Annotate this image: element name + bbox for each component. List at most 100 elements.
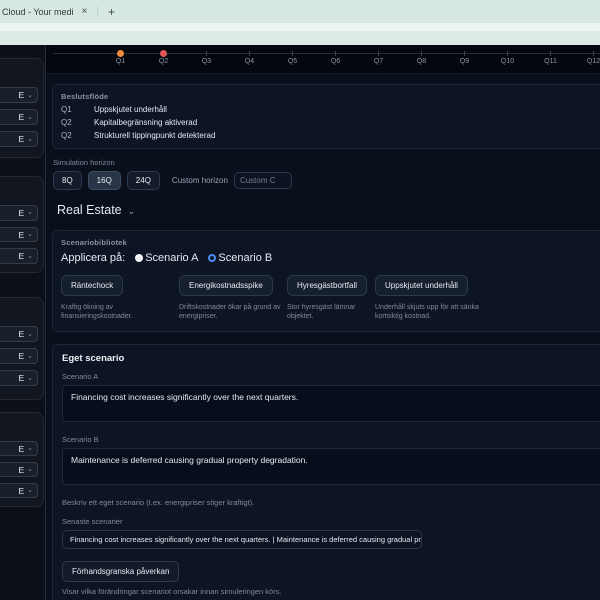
sidebar-select[interactable]: E⌄	[0, 131, 38, 147]
sidebar-card: E⌄ E⌄ E⌄	[0, 297, 44, 400]
preview-impact-button[interactable]: Förhandsgranska påverkan	[62, 561, 179, 582]
timeline-marker-q2	[160, 50, 167, 57]
timeline-quarter-label: Q12	[572, 58, 600, 65]
chevron-down-icon: ⌄	[27, 209, 33, 216]
chevron-down-icon: ⌄	[27, 92, 33, 99]
sidebar-select[interactable]: E⌄	[0, 348, 38, 364]
scenario-description: Underhåll skjuts upp för att sänka korts…	[375, 303, 505, 322]
timeline-marker-q1	[117, 50, 124, 57]
sidebar-select[interactable]: E⌄	[0, 87, 38, 103]
sidebar-select[interactable]: E⌄	[0, 326, 38, 342]
left-sidebar: E⌄ E⌄ E⌄ E⌄ E⌄ E⌄ E⌄ E⌄ E⌄ E⌄ E⌄ E⌄	[0, 45, 46, 600]
sidebar-select[interactable]: E⌄	[0, 483, 38, 498]
chevron-down-icon: ⌄	[27, 231, 33, 238]
chevron-down-icon: ⌄	[128, 206, 136, 217]
scenario-a-label: Scenario A	[62, 372, 600, 381]
chevron-down-icon: ⌄	[27, 114, 33, 121]
scenario-button-uppskjutet-underhall[interactable]: Uppskjutet underhåll	[375, 275, 468, 296]
recent-scenarios-label: Senaste scenarier	[62, 517, 600, 526]
sidebar-select[interactable]: E⌄	[0, 248, 38, 264]
scenario-b-label: Scenario B	[62, 435, 600, 444]
scenario-description: Kraftig ökning av finansieringskostnader…	[61, 303, 173, 322]
scenario-column: Energikostnadsspike Driftskostnader ökar…	[179, 275, 281, 322]
horizon-24q-button[interactable]: 24Q	[127, 171, 160, 190]
scenario-description: Driftskostnader ökar på grund av energip…	[179, 303, 281, 322]
tab-separator: |	[96, 6, 99, 17]
sidebar-select[interactable]: E⌄	[0, 227, 38, 243]
sidebar-card: E⌄ E⌄ E⌄	[0, 58, 44, 158]
app-window: E⌄ E⌄ E⌄ E⌄ E⌄ E⌄ E⌄ E⌄ E⌄ E⌄ E⌄ E⌄ Q1 Q…	[0, 45, 600, 600]
timeline-quarter-label: Q1	[99, 58, 142, 65]
new-tab-icon[interactable]: +	[108, 5, 115, 19]
tab-title[interactable]: Cloud - Your medi	[2, 7, 74, 17]
chevron-down-icon: ⌄	[27, 253, 33, 260]
scenario-column: Hyresgästbortfall Stor hyresgäst lämnar …	[287, 275, 369, 322]
custom-horizon-input[interactable]	[234, 172, 292, 189]
timeline-axis	[53, 53, 600, 54]
scenario-a-textarea[interactable]: Financing cost increases significantly o…	[62, 385, 600, 422]
timeline-quarter-label: Q3	[185, 58, 228, 65]
decision-flow-row: Q2 Kapitalbegränsning aktiverad	[61, 118, 600, 127]
tab-bar: Cloud - Your medi × | +	[0, 0, 600, 23]
custom-scenario-title: Eget scenario	[62, 353, 600, 364]
timeline-quarter-label: Q4	[228, 58, 271, 65]
decision-flow-panel: Beslutsflöde Q1 Uppskjutet underhåll Q2 …	[52, 84, 600, 149]
sidebar-select[interactable]: E⌄	[0, 462, 38, 477]
sidebar-select[interactable]: E⌄	[0, 109, 38, 125]
radio-icon	[208, 254, 216, 262]
timeline-quarter-label: Q2	[142, 58, 185, 65]
chevron-down-icon: ⌄	[27, 445, 33, 452]
decision-flow-title: Beslutsflöde	[61, 92, 600, 101]
scenario-library-title: Scenariobibliotek	[61, 238, 600, 247]
apply-to-row: Applicera på: Scenario A Scenario B	[61, 252, 600, 264]
timeline-quarter-label: Q8	[400, 58, 443, 65]
chevron-down-icon: ⌄	[27, 331, 33, 338]
chevron-down-icon: ⌄	[27, 353, 33, 360]
preview-helper-text: Visar vilka förändringar scenariot orsak…	[62, 587, 600, 596]
radio-scenario-a[interactable]: Scenario A	[135, 252, 198, 264]
address-bar-strip	[0, 31, 600, 45]
sidebar-select[interactable]: E⌄	[0, 205, 38, 221]
scenario-description: Stor hyresgäst lämnar objektet.	[287, 303, 369, 322]
browser-chrome: Cloud - Your medi × | +	[0, 0, 600, 45]
recent-scenario-chip[interactable]: Financing cost increases significantly o…	[62, 530, 422, 549]
apply-to-label: Applicera på:	[61, 252, 125, 264]
chevron-down-icon: ⌄	[27, 136, 33, 143]
timeline-quarter-label: Q9	[443, 58, 486, 65]
scenario-library-panel: Scenariobibliotek Applicera på: Scenario…	[52, 230, 600, 332]
close-icon[interactable]: ×	[82, 6, 88, 17]
timeline-quarter-label: Q11	[529, 58, 572, 65]
sidebar-card: E⌄ E⌄ E⌄	[0, 412, 44, 507]
scenario-b-textarea[interactable]: Maintenance is deferred causing gradual …	[62, 448, 600, 485]
radio-scenario-b[interactable]: Scenario B	[208, 252, 272, 264]
main-panel: Q1 Q2 Q3 Q4 Q5 Q6 Q7 Q8 Q9 Q10 Q11 Q12 B…	[46, 45, 600, 600]
timeline-quarter-label: Q5	[271, 58, 314, 65]
scenario-button-rantechock[interactable]: Räntechock	[61, 275, 123, 296]
scenario-column: Räntechock Kraftig ökning av finansierin…	[61, 275, 173, 322]
decision-flow-row: Q2 Strukturell tippingpunkt detekterad	[61, 131, 600, 140]
custom-scenario-helper: Beskriv ett eget scenario (t.ex. energip…	[62, 498, 600, 507]
asset-class-label: Real Estate	[57, 203, 122, 217]
custom-scenario-panel: Eget scenario Scenario A Financing cost …	[52, 344, 600, 600]
chevron-down-icon: ⌄	[27, 466, 33, 473]
timeline-quarter-label: Q10	[486, 58, 529, 65]
scenario-button-energikostnadsspike[interactable]: Energikostnadsspike	[179, 275, 273, 296]
toolbar-strip	[0, 23, 600, 31]
asset-class-dropdown[interactable]: Real Estate ⌄	[57, 203, 600, 217]
horizon-16q-button[interactable]: 16Q	[88, 171, 121, 190]
chevron-down-icon: ⌄	[27, 487, 33, 494]
chevron-down-icon: ⌄	[27, 375, 33, 382]
radio-icon	[135, 254, 143, 262]
quarter-timeline: Q1 Q2 Q3 Q4 Q5 Q6 Q7 Q8 Q9 Q10 Q11 Q12	[46, 45, 600, 74]
decision-flow-row: Q1 Uppskjutet underhåll	[61, 105, 600, 114]
sidebar-select[interactable]: E⌄	[0, 441, 38, 456]
custom-horizon-label: Custom horizon	[172, 176, 228, 185]
scenario-column: Uppskjutet underhåll Underhåll skjuts up…	[375, 275, 505, 322]
scenario-button-hyresgastbortfall[interactable]: Hyresgästbortfall	[287, 275, 367, 296]
simulation-horizon-label: Simulation horizon	[53, 158, 600, 167]
horizon-8q-button[interactable]: 8Q	[53, 171, 82, 190]
timeline-quarter-label: Q7	[357, 58, 400, 65]
timeline-quarter-label: Q6	[314, 58, 357, 65]
sidebar-select[interactable]: E⌄	[0, 370, 38, 386]
sidebar-card: E⌄ E⌄ E⌄	[0, 176, 44, 273]
